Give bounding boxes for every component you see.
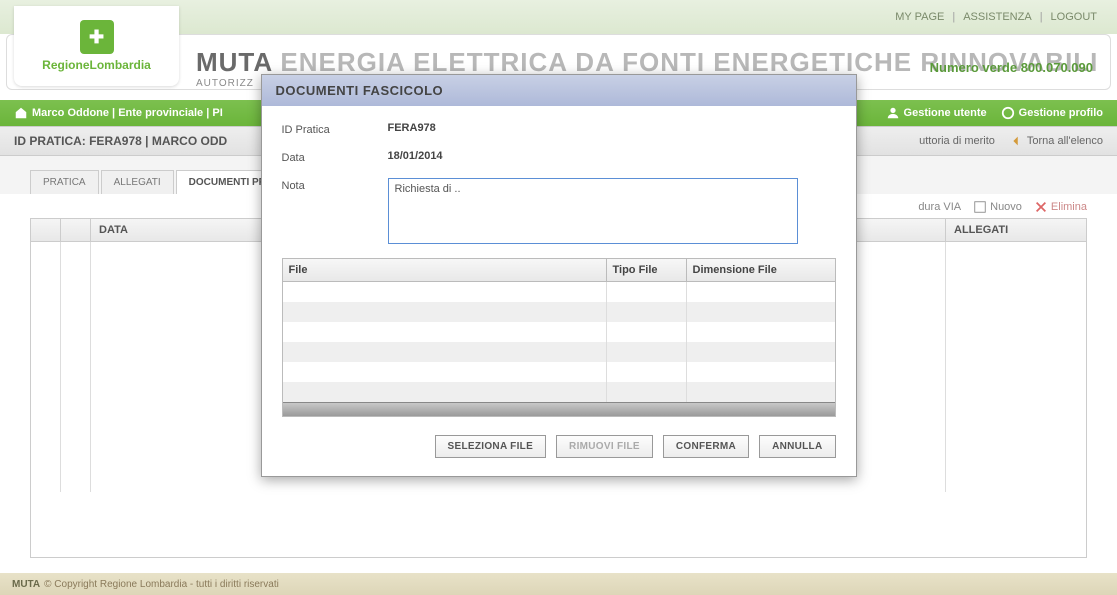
file-table-scrollbar[interactable]: [283, 402, 835, 416]
rimuovi-file-button[interactable]: RIMUOVI FILE: [556, 435, 653, 458]
modal-title: DOCUMENTI FASCICOLO: [262, 75, 856, 106]
conferma-button[interactable]: CONFERMA: [663, 435, 749, 458]
file-header-dim: Dimensione File: [687, 259, 835, 281]
modal-overlay: DOCUMENTI FASCICOLO ID Pratica FERA978 D…: [0, 0, 1117, 595]
data-value: 18/01/2014: [388, 150, 443, 164]
annulla-button[interactable]: ANNULLA: [759, 435, 835, 458]
nota-label: Nota: [282, 178, 388, 244]
nota-input[interactable]: [388, 178, 798, 244]
file-table: File Tipo File Dimensione File: [282, 258, 836, 417]
file-table-body: [283, 282, 835, 402]
file-header-tipo: Tipo File: [607, 259, 687, 281]
id-pratica-label: ID Pratica: [282, 122, 388, 136]
data-label: Data: [282, 150, 388, 164]
seleziona-file-button[interactable]: SELEZIONA FILE: [435, 435, 547, 458]
id-pratica-value: FERA978: [388, 122, 436, 136]
documenti-fascicolo-modal: DOCUMENTI FASCICOLO ID Pratica FERA978 D…: [261, 74, 857, 477]
file-header-file: File: [283, 259, 607, 281]
